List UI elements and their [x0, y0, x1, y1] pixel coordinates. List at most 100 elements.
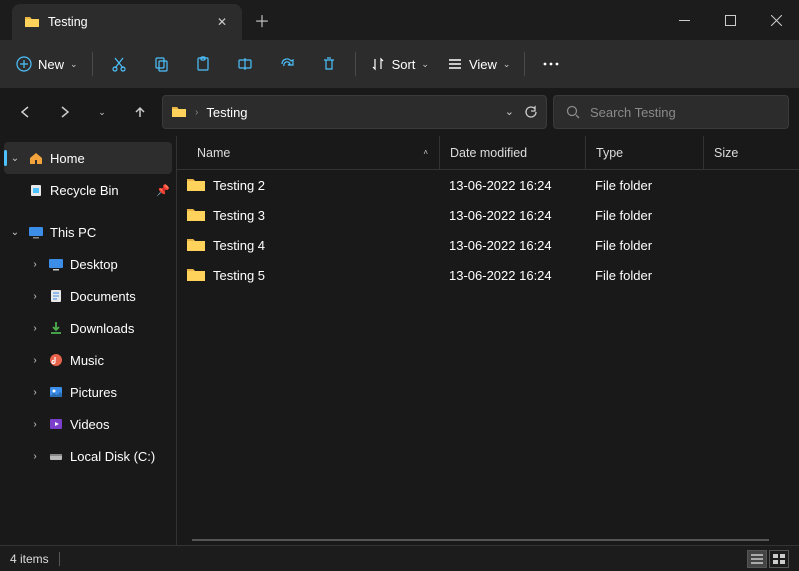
file-date: 13-06-2022 16:24: [439, 178, 585, 193]
sort-button[interactable]: Sort ⌄: [362, 46, 437, 82]
thumbnails-view-toggle[interactable]: [769, 550, 789, 568]
videos-icon: [48, 416, 64, 432]
sidebar-item-videos[interactable]: › Videos: [0, 408, 176, 440]
share-button[interactable]: [267, 46, 307, 82]
sort-label: Sort: [392, 57, 416, 72]
sidebar-item-home[interactable]: ⌄ Home: [4, 142, 172, 174]
column-header-type[interactable]: Type: [585, 136, 703, 169]
chevron-right-icon[interactable]: ›: [28, 291, 42, 302]
file-name: Testing 3: [213, 208, 265, 223]
folder-icon: [171, 104, 187, 120]
drive-icon: [48, 448, 64, 464]
close-button[interactable]: [753, 0, 799, 40]
column-label: Size: [714, 146, 738, 160]
new-label: New: [38, 57, 64, 72]
window-controls: [661, 0, 799, 40]
sidebar-item-downloads[interactable]: › Downloads: [0, 312, 176, 344]
delete-icon: [321, 56, 337, 72]
status-item-count: 4 items: [10, 552, 49, 566]
file-date: 13-06-2022 16:24: [439, 268, 585, 283]
address-bar[interactable]: › Testing ⌄: [162, 95, 547, 129]
refresh-button[interactable]: [524, 105, 538, 119]
chevron-right-icon[interactable]: ›: [28, 387, 42, 398]
sort-asc-icon: ˄: [423, 148, 428, 157]
desktop-icon: [48, 256, 64, 272]
view-label: View: [469, 57, 497, 72]
rename-icon: [237, 56, 253, 72]
file-row[interactable]: Testing 413-06-2022 16:24File folder: [177, 230, 799, 260]
titlebar: Testing ✕ ＋: [0, 0, 799, 40]
sidebar-label: Videos: [70, 417, 170, 432]
navigation-bar: ⌄ › Testing ⌄: [0, 88, 799, 136]
tab-title: Testing: [48, 15, 212, 29]
horizontal-scrollbar[interactable]: [192, 539, 769, 541]
delete-button[interactable]: [309, 46, 349, 82]
file-row[interactable]: Testing 513-06-2022 16:24File folder: [177, 260, 799, 290]
sidebar-label: Music: [70, 353, 170, 368]
minimize-button[interactable]: [661, 0, 707, 40]
pictures-icon: [48, 384, 64, 400]
paste-button[interactable]: [183, 46, 223, 82]
chevron-right-icon[interactable]: ›: [28, 419, 42, 430]
toolbar: New ⌄ Sort ⌄ View ⌄: [0, 40, 799, 88]
sidebar-item-documents[interactable]: › Documents: [0, 280, 176, 312]
close-tab-icon[interactable]: ✕: [212, 12, 232, 32]
column-header-date[interactable]: Date modified: [439, 136, 585, 169]
rename-button[interactable]: [225, 46, 265, 82]
sidebar-item-pictures[interactable]: › Pictures: [0, 376, 176, 408]
recent-dropdown[interactable]: ⌄: [86, 96, 118, 128]
file-name: Testing 5: [213, 268, 265, 283]
chevron-down-icon[interactable]: ⌄: [8, 153, 22, 164]
navigation-pane: ⌄ Home Recycle Bin 📌 ⌄ This PC › Desktop: [0, 136, 176, 545]
column-label: Name: [197, 146, 230, 160]
back-button[interactable]: [10, 96, 42, 128]
chevron-right-icon[interactable]: ›: [28, 259, 42, 270]
maximize-button[interactable]: [707, 0, 753, 40]
chevron-down-icon: ⌄: [503, 59, 511, 70]
chevron-down-icon[interactable]: ⌄: [8, 227, 22, 238]
pc-icon: [28, 224, 44, 240]
more-button[interactable]: [531, 46, 571, 82]
file-row[interactable]: Testing 313-06-2022 16:24File folder: [177, 200, 799, 230]
view-button[interactable]: View ⌄: [439, 46, 519, 82]
plus-circle-icon: [16, 56, 32, 72]
chevron-right-icon[interactable]: ›: [28, 451, 42, 462]
column-label: Date modified: [450, 146, 527, 160]
music-icon: [48, 352, 64, 368]
file-name: Testing 2: [213, 178, 265, 193]
column-headers: Name ˄ Date modified Type Size: [177, 136, 799, 170]
cut-button[interactable]: [99, 46, 139, 82]
column-header-size[interactable]: Size: [703, 136, 799, 169]
search-input[interactable]: [590, 105, 776, 120]
column-header-name[interactable]: Name ˄: [177, 136, 439, 169]
breadcrumb-item[interactable]: Testing: [206, 105, 247, 120]
sidebar-item-localdisk[interactable]: › Local Disk (C:): [0, 440, 176, 472]
file-type: File folder: [585, 178, 703, 193]
search-icon: [566, 105, 580, 119]
file-type: File folder: [585, 238, 703, 253]
sidebar-item-recycle[interactable]: Recycle Bin 📌: [0, 174, 176, 206]
column-label: Type: [596, 146, 623, 160]
sidebar-item-desktop[interactable]: › Desktop: [0, 248, 176, 280]
file-list: Testing 213-06-2022 16:24File folderTest…: [177, 170, 799, 545]
chevron-right-icon[interactable]: ›: [28, 323, 42, 334]
new-tab-button[interactable]: ＋: [242, 0, 282, 40]
file-type: File folder: [585, 208, 703, 223]
copy-button[interactable]: [141, 46, 181, 82]
folder-icon: [187, 238, 205, 252]
forward-button[interactable]: [48, 96, 80, 128]
file-pane: Name ˄ Date modified Type Size Testing 2…: [176, 136, 799, 545]
more-icon: [543, 62, 559, 66]
file-row[interactable]: Testing 2 13-06-2022 16:24File folder: [177, 170, 799, 200]
address-dropdown[interactable]: ⌄: [505, 105, 514, 119]
home-icon: [28, 150, 44, 166]
up-button[interactable]: [124, 96, 156, 128]
sidebar-item-music[interactable]: › Music: [0, 344, 176, 376]
chevron-right-icon[interactable]: ›: [28, 355, 42, 366]
details-view-toggle[interactable]: [747, 550, 767, 568]
sidebar-label: Recycle Bin: [50, 183, 150, 198]
new-button[interactable]: New ⌄: [8, 46, 86, 82]
sidebar-item-thispc[interactable]: ⌄ This PC: [0, 216, 176, 248]
tab-testing[interactable]: Testing ✕: [12, 4, 242, 40]
search-box[interactable]: [553, 95, 789, 129]
